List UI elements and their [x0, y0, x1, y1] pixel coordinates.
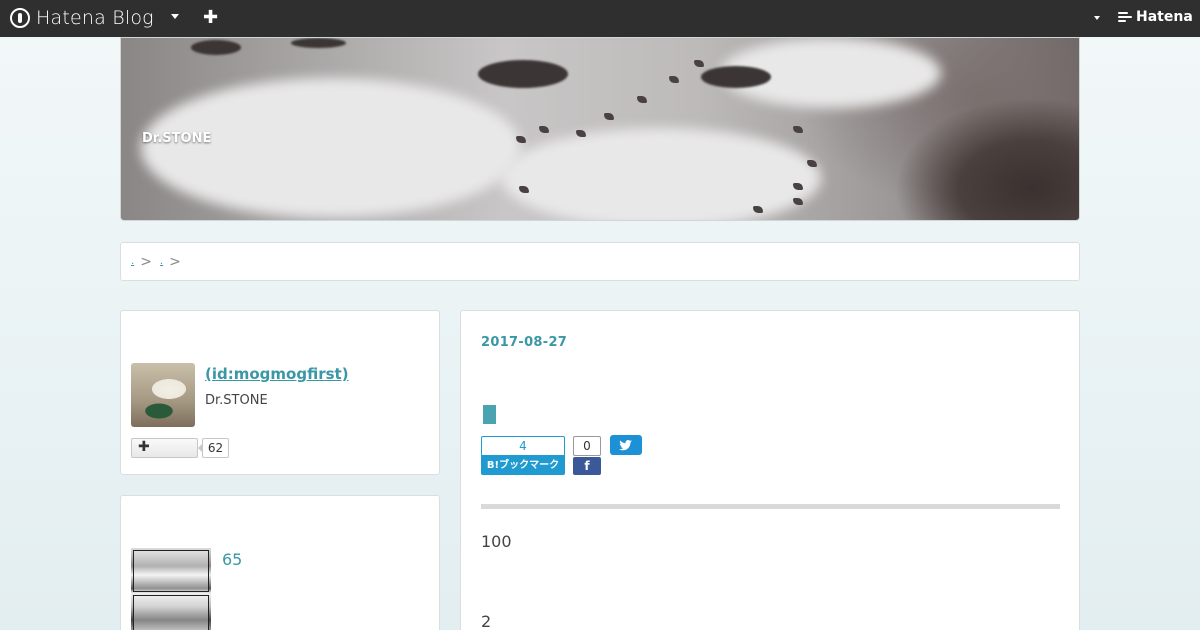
footprint: [701, 66, 771, 88]
bird-track: [637, 96, 647, 103]
breadcrumb: . > . >: [120, 242, 1080, 281]
follow-button[interactable]: ✚: [131, 438, 198, 458]
facebook-share-count: 0: [573, 436, 601, 456]
entry-paragraph: 2: [481, 612, 492, 630]
bird-track: [793, 126, 803, 133]
breadcrumb-separator: >: [140, 253, 152, 270]
manga-thumbnail[interactable]: [131, 548, 211, 630]
snow-area: [141, 78, 521, 218]
hatena-bookmark-label[interactable]: B!ブックマーク: [481, 456, 565, 475]
snow-area: [501, 128, 821, 220]
hatena-blog-logo[interactable]: Hatena Blog: [10, 7, 154, 29]
entry-date[interactable]: 2017-08-27: [481, 335, 567, 350]
blog-header-image: Dr.STONE: [120, 37, 1080, 221]
hatena-bookmark-button[interactable]: 4 B!ブックマーク: [481, 436, 565, 476]
hatena-logo-icon: [10, 8, 30, 28]
sidebar-profile-module: (id:mogmogfirst) Dr.STONE ✚ 62: [120, 310, 440, 475]
hatena-brand-icon: [1118, 11, 1132, 23]
bird-track: [807, 160, 817, 167]
facebook-share-button[interactable]: 0 f: [573, 436, 601, 476]
sidebar-module: 65: [120, 495, 440, 630]
facebook-icon[interactable]: f: [573, 457, 601, 475]
entry-paragraph: 100: [481, 532, 512, 551]
breadcrumb-link-category[interactable]: .: [160, 256, 163, 267]
bird-track: [604, 113, 614, 120]
plus-icon: ✚: [138, 439, 150, 455]
footprint: [478, 60, 568, 88]
bird-track: [516, 136, 526, 143]
entry-article: 2017-08-27 4 B!ブックマーク 0 f 100 2: [460, 310, 1080, 630]
hatena-brand-link[interactable]: Hatena: [1118, 9, 1193, 25]
footprint: [291, 38, 346, 48]
bird-track: [793, 198, 803, 205]
profile-name-link[interactable]: (id:mogmogfirst): [205, 365, 349, 383]
bird-track: [519, 186, 529, 193]
follower-count: 62: [198, 438, 229, 458]
bird-track: [669, 76, 679, 83]
user-menu-chevron-down-icon[interactable]: [1094, 16, 1100, 20]
blog-menu-chevron-down-icon[interactable]: [171, 14, 179, 19]
entry-title-link[interactable]: [483, 405, 496, 424]
plus-icon[interactable]: ✚: [203, 8, 218, 28]
module-count-link[interactable]: 65: [222, 550, 242, 569]
avatar[interactable]: [131, 363, 195, 427]
hatena-blog-logo-text: Hatena Blog: [36, 7, 154, 29]
profile-description: Dr.STONE: [205, 393, 268, 408]
breadcrumb-separator: >: [169, 253, 181, 270]
bird-track: [793, 183, 803, 190]
blog-title[interactable]: Dr.STONE: [142, 131, 211, 146]
entry-divider: [481, 504, 1060, 509]
bird-track: [753, 206, 763, 213]
hatena-bookmark-count[interactable]: 4: [481, 436, 565, 456]
twitter-icon: [619, 440, 632, 451]
twitter-share-button[interactable]: [610, 435, 642, 455]
breadcrumb-link-home[interactable]: .: [131, 256, 134, 267]
global-header-bar: Hatena Blog ✚ Hatena: [0, 0, 1200, 37]
bird-track: [576, 130, 586, 137]
bird-track: [694, 60, 704, 67]
footprint: [191, 40, 241, 55]
hatena-brand-text: Hatena: [1136, 9, 1193, 25]
bird-track: [539, 126, 549, 133]
